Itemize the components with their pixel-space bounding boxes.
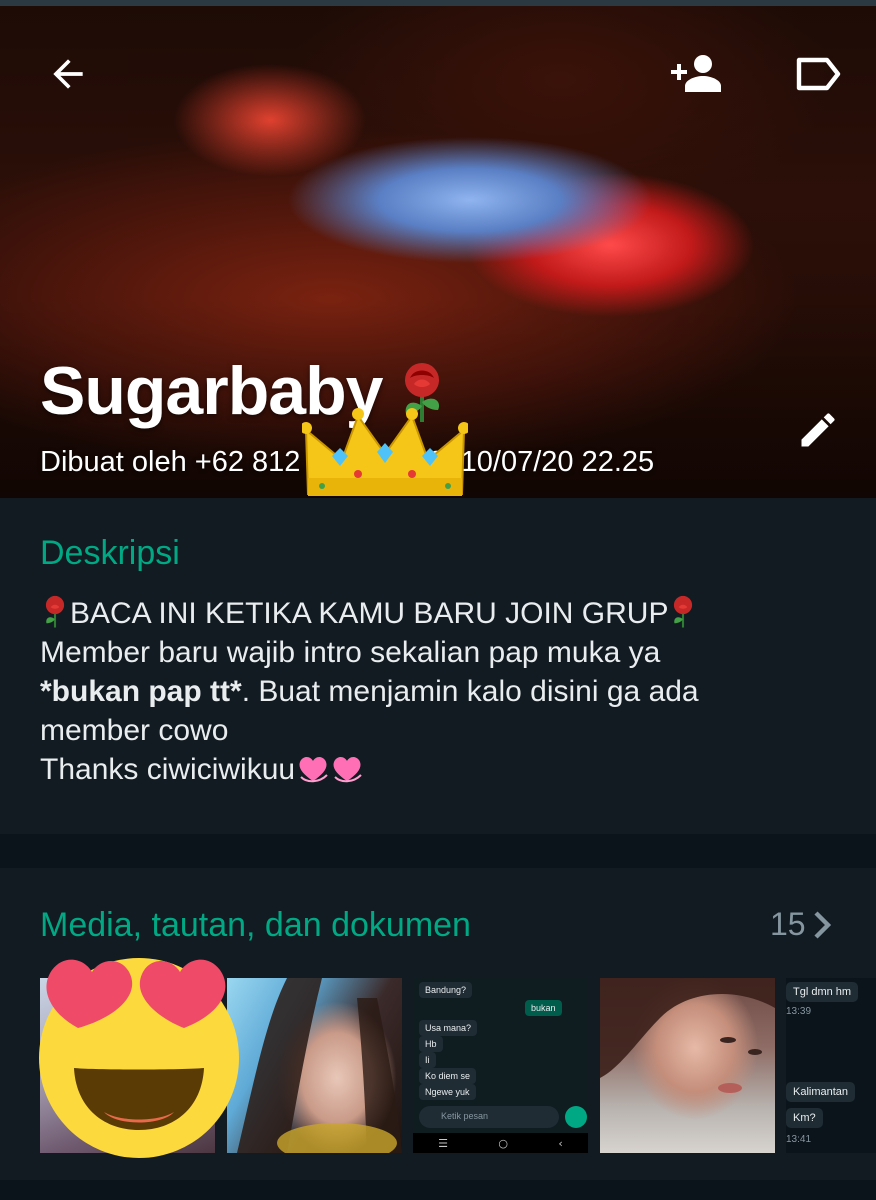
chat-thumb-message: Ko diem se — [419, 1068, 477, 1084]
description-line-1-text: BACA INI KETIKA KAMU BARU JOIN GRUP — [70, 597, 669, 630]
created-by-text: Dibuat oleh +62 812 — [40, 446, 301, 478]
arrow-left-icon — [53, 59, 83, 89]
chat-thumb-time: 13:41 — [786, 1134, 812, 1145]
chat-thumb-message: Hb — [419, 1036, 443, 1052]
description-line-1: BACA INI KETIKA KAMU BARU JOIN GRUP — [40, 594, 840, 633]
chat-thumb-message: Tgl dmn hm — [786, 982, 859, 1002]
home-icon: ○ — [498, 1136, 509, 1150]
bottom-strip — [0, 1180, 876, 1200]
crown-sticker-icon — [302, 408, 468, 496]
media-thumbnail-chat-screenshot[interactable]: Bandung? bukan Usa mana? Hb Ii Ko diem s… — [413, 978, 588, 1153]
chat-thumb-message: Usa mana? — [419, 1020, 478, 1036]
back-nav-icon: ‹ — [558, 1136, 563, 1150]
back-button[interactable] — [36, 42, 100, 106]
description-line-3-rest: . Buat menjamin kalo disini ga ada — [241, 675, 699, 708]
photo-thumbnail-art — [237, 978, 402, 1153]
person-add-icon — [671, 55, 721, 92]
chat-thumb-message: Kalimantan — [786, 1082, 856, 1102]
label-button[interactable] — [786, 42, 850, 106]
description-line-5: Thanks ciwiciwikuu — [40, 750, 840, 789]
heart-eyes-emoji-sticker — [39, 958, 239, 1158]
pencil-icon — [801, 413, 835, 447]
media-thumbnail[interactable] — [227, 978, 402, 1153]
description-line-3: *bukan pap tt*. Buat menjamin kalo disin… — [40, 672, 840, 711]
media-count-button[interactable]: 15 — [770, 906, 834, 943]
status-bar — [0, 0, 876, 6]
photo-thumbnail-art — [600, 978, 775, 1093]
mic-icon — [565, 1106, 587, 1128]
label-tag-icon — [796, 57, 841, 91]
add-participant-button[interactable] — [664, 42, 728, 106]
media-thumbnail[interactable] — [600, 978, 775, 1153]
menu-icon: ☰ — [438, 1136, 449, 1150]
group-header-image[interactable]: Sugarbaby Dibuat oleh +62 812 0, 10/07/20… — [0, 0, 876, 498]
description-section[interactable]: Deskripsi BACA INI KETIKA KAMU BARU JOIN… — [0, 498, 876, 834]
chat-thumb-message: bukan — [525, 1000, 562, 1016]
description-title: Deskripsi — [40, 534, 180, 572]
nav-bar: ☰ ○ ‹ — [413, 1133, 588, 1153]
media-count: 15 — [770, 906, 806, 942]
media-thumbnail-chat-screenshot[interactable]: Tgl dmn hm 13:39 Kalimantan Km? 13:41 — [786, 978, 876, 1153]
description-text: BACA INI KETIKA KAMU BARU JOIN GRUP Memb… — [40, 594, 840, 789]
rose-emoji-icon — [674, 595, 693, 628]
revolving-hearts-icon — [299, 757, 362, 783]
edit-group-button[interactable] — [786, 398, 850, 462]
description-line-5-text: Thanks ciwiciwikuu — [40, 753, 296, 786]
chat-thumb-message: Km? — [786, 1108, 823, 1128]
chat-thumb-message: Ii — [419, 1052, 436, 1068]
chat-thumb-input: Ketik pesan — [419, 1106, 559, 1128]
description-bold-text: *bukan pap tt* — [40, 675, 242, 708]
chat-thumb-message: Ngewe yuk — [419, 1084, 476, 1100]
chevron-right-icon — [814, 910, 831, 939]
description-line-2: Member baru wajib intro sekalian pap muk… — [40, 636, 661, 669]
rose-emoji-icon — [45, 595, 65, 628]
chat-thumb-time: 13:39 — [786, 1006, 812, 1017]
description-line-4: member cowo — [40, 714, 229, 747]
chat-thumb-message: Bandung? — [419, 982, 473, 998]
